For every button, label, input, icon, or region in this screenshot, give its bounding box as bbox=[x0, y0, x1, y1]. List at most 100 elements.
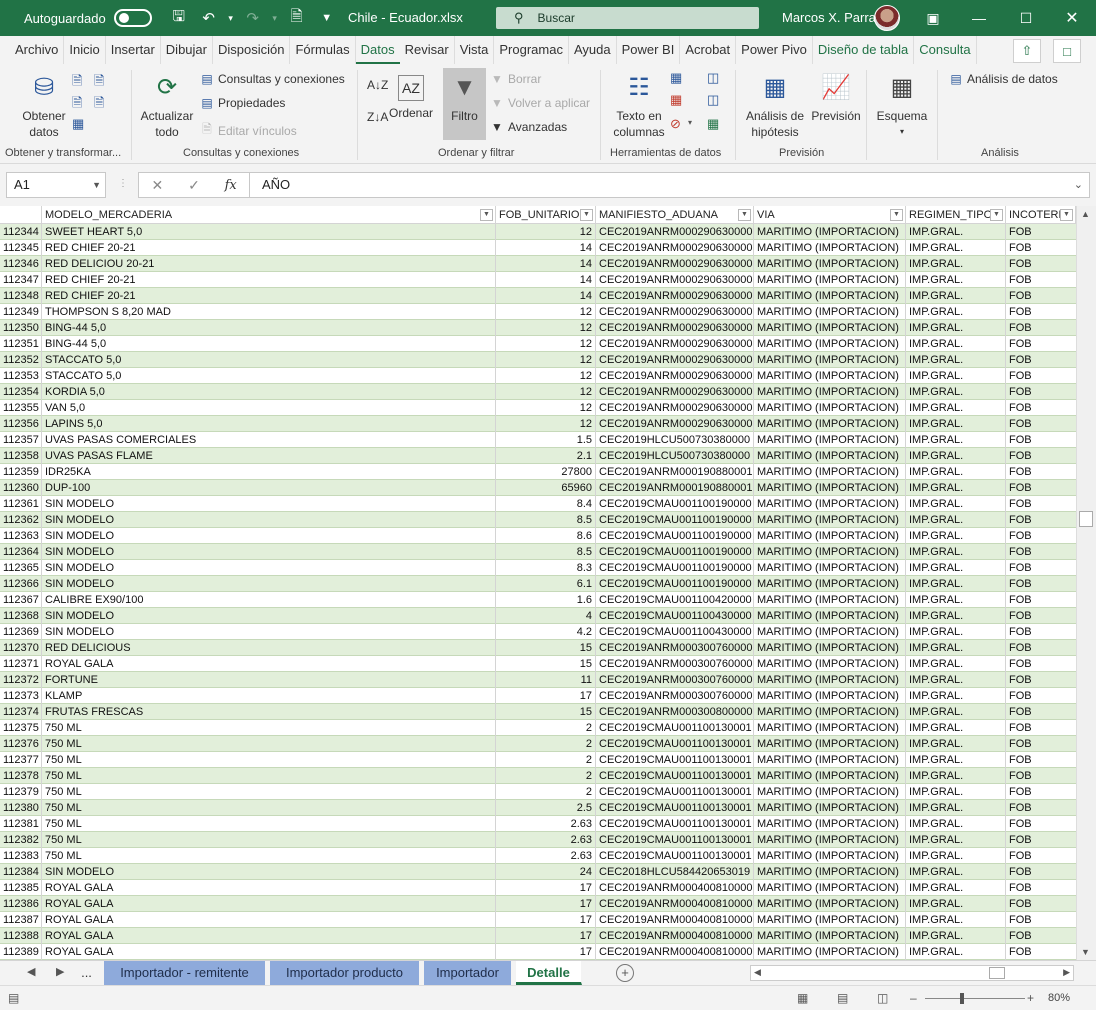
table-cell[interactable]: IMP.GRAL. bbox=[906, 560, 1006, 576]
table-cell[interactable]: FOB bbox=[1006, 736, 1076, 752]
table-cell[interactable]: IMP.GRAL. bbox=[906, 688, 1006, 704]
table-cell[interactable]: ROYAL GALA bbox=[42, 880, 496, 896]
table-cell[interactable]: CEC2019CMAU001100430000 bbox=[596, 608, 754, 624]
table-cell[interactable]: IMP.GRAL. bbox=[906, 832, 1006, 848]
table-cell[interactable]: BING-44 5,0 bbox=[42, 320, 496, 336]
table-cell[interactable]: MARITIMO (IMPORTACION) bbox=[754, 944, 906, 960]
table-cell[interactable]: RED CHIEF 20-21 bbox=[42, 240, 496, 256]
table-cell[interactable]: 12 bbox=[496, 416, 596, 432]
sort-asc-icon[interactable]: A↓Z bbox=[367, 78, 388, 92]
table-cell[interactable]: FOB bbox=[1006, 416, 1076, 432]
table-cell[interactable]: MARITIMO (IMPORTACION) bbox=[754, 448, 906, 464]
table-cell[interactable]: FOB bbox=[1006, 576, 1076, 592]
table-cell[interactable]: 750 ML bbox=[42, 720, 496, 736]
table-cell[interactable]: MARITIMO (IMPORTACION) bbox=[754, 400, 906, 416]
table-cell[interactable]: MARITIMO (IMPORTACION) bbox=[754, 752, 906, 768]
row-number[interactable]: 112382 bbox=[0, 832, 42, 848]
table-cell[interactable]: FOB bbox=[1006, 272, 1076, 288]
table-cell[interactable]: IMP.GRAL. bbox=[906, 880, 1006, 896]
table-cell[interactable]: MARITIMO (IMPORTACION) bbox=[754, 272, 906, 288]
table-cell[interactable]: DUP-100 bbox=[42, 480, 496, 496]
table-cell[interactable]: 8.3 bbox=[496, 560, 596, 576]
table-cell[interactable]: MARITIMO (IMPORTACION) bbox=[754, 576, 906, 592]
table-cell[interactable]: CEC2019CMAU001100130001 bbox=[596, 832, 754, 848]
table-cell[interactable]: CEC2018HLCU584420653019 bbox=[596, 864, 754, 880]
existing-connections-icon[interactable]: 🗎 bbox=[94, 94, 104, 116]
remove-duplicates-icon[interactable]: ▦ bbox=[670, 92, 682, 108]
table-cell[interactable]: FOB bbox=[1006, 464, 1076, 480]
table-cell[interactable]: FOB bbox=[1006, 848, 1076, 864]
table-cell[interactable]: MARITIMO (IMPORTACION) bbox=[754, 896, 906, 912]
table-cell[interactable]: CEC2019ANRM000300800000 bbox=[596, 704, 754, 720]
forecast-sheet-button[interactable]: 📈 Previsión bbox=[810, 72, 862, 124]
row-number[interactable]: 112373 bbox=[0, 688, 42, 704]
table-cell[interactable]: 2 bbox=[496, 784, 596, 800]
table-cell[interactable]: MARITIMO (IMPORTACION) bbox=[754, 496, 906, 512]
properties-button[interactable]: ▤ Propiedades bbox=[199, 96, 285, 110]
table-cell[interactable]: IMP.GRAL. bbox=[906, 928, 1006, 944]
table-cell[interactable]: IMP.GRAL. bbox=[906, 256, 1006, 272]
sheet-tab[interactable]: Detalle bbox=[516, 961, 582, 985]
maximize-icon[interactable]: ☐ bbox=[1011, 6, 1041, 30]
table-cell[interactable]: MARITIMO (IMPORTACION) bbox=[754, 592, 906, 608]
comments-icon[interactable]: □ bbox=[1053, 39, 1081, 63]
vertical-scroll-thumb[interactable] bbox=[1079, 511, 1093, 527]
table-cell[interactable]: 15 bbox=[496, 640, 596, 656]
table-cell[interactable]: 17 bbox=[496, 944, 596, 960]
table-cell[interactable]: MARITIMO (IMPORTACION) bbox=[754, 688, 906, 704]
table-cell[interactable]: FOB bbox=[1006, 512, 1076, 528]
table-cell[interactable]: STACCATO 5,0 bbox=[42, 352, 496, 368]
cancel-icon[interactable]: ✕ bbox=[139, 177, 176, 194]
table-cell[interactable]: SIN MODELO bbox=[42, 496, 496, 512]
table-cell[interactable]: 12 bbox=[496, 304, 596, 320]
table-cell[interactable]: FOB bbox=[1006, 304, 1076, 320]
table-cell[interactable]: CEC2019ANRM000190880001 bbox=[596, 464, 754, 480]
table-cell[interactable]: FOB bbox=[1006, 928, 1076, 944]
table-cell[interactable]: CEC2019ANRM000290630000 bbox=[596, 400, 754, 416]
scroll-down-icon[interactable]: ▼ bbox=[1081, 947, 1090, 957]
table-cell[interactable]: 2.5 bbox=[496, 800, 596, 816]
table-cell[interactable]: FOB bbox=[1006, 816, 1076, 832]
zoom-slider[interactable] bbox=[925, 998, 1025, 999]
table-cell[interactable]: 8.4 bbox=[496, 496, 596, 512]
row-number[interactable]: 112381 bbox=[0, 816, 42, 832]
drag-handle-icon[interactable]: ⋮ bbox=[118, 178, 128, 189]
table-cell[interactable]: CEC2019ANRM000290630000 bbox=[596, 384, 754, 400]
row-number[interactable]: 112365 bbox=[0, 560, 42, 576]
sort-desc-icon[interactable]: Z↓A bbox=[367, 110, 388, 124]
table-cell[interactable]: CEC2019ANRM000300760000 bbox=[596, 688, 754, 704]
more-sheets-button[interactable]: ... bbox=[72, 961, 102, 985]
table-cell[interactable]: 1.6 bbox=[496, 592, 596, 608]
row-number[interactable]: 112367 bbox=[0, 592, 42, 608]
zoom-out-icon[interactable]: – bbox=[910, 991, 917, 1005]
horizontal-scroll-thumb[interactable] bbox=[989, 967, 1005, 979]
table-cell[interactable]: 6.1 bbox=[496, 576, 596, 592]
table-cell[interactable]: FOB bbox=[1006, 656, 1076, 672]
table-cell[interactable]: IMP.GRAL. bbox=[906, 528, 1006, 544]
table-cell[interactable]: FOB bbox=[1006, 944, 1076, 960]
table-cell[interactable]: IMP.GRAL. bbox=[906, 608, 1006, 624]
user-name[interactable]: Marcos X. Parra bbox=[782, 10, 876, 25]
table-cell[interactable]: 27800 bbox=[496, 464, 596, 480]
table-cell[interactable]: MARITIMO (IMPORTACION) bbox=[754, 288, 906, 304]
table-cell[interactable]: BING-44 5,0 bbox=[42, 336, 496, 352]
row-number[interactable]: 112354 bbox=[0, 384, 42, 400]
table-cell[interactable]: MARITIMO (IMPORTACION) bbox=[754, 512, 906, 528]
table-cell[interactable]: CEC2019ANRM000290630000 bbox=[596, 224, 754, 240]
row-number[interactable]: 112347 bbox=[0, 272, 42, 288]
table-cell[interactable]: FORTUNE bbox=[42, 672, 496, 688]
table-cell[interactable]: CEC2019CMAU001100130001 bbox=[596, 752, 754, 768]
row-number[interactable]: 112377 bbox=[0, 752, 42, 768]
row-number[interactable]: 112369 bbox=[0, 624, 42, 640]
table-cell[interactable]: MARITIMO (IMPORTACION) bbox=[754, 768, 906, 784]
table-cell[interactable]: CEC2019CMAU001100430000 bbox=[596, 624, 754, 640]
get-data-button[interactable]: ⛁ Obtener datos bbox=[14, 72, 74, 140]
data-analysis-button[interactable]: ▤ Análisis de datos bbox=[948, 72, 1057, 86]
table-cell[interactable]: 17 bbox=[496, 912, 596, 928]
table-cell[interactable]: ROYAL GALA bbox=[42, 912, 496, 928]
queries-connections-button[interactable]: ▤ Consultas y conexiones bbox=[199, 72, 344, 86]
row-number[interactable]: 112359 bbox=[0, 464, 42, 480]
table-cell[interactable]: MARITIMO (IMPORTACION) bbox=[754, 784, 906, 800]
table-cell[interactable]: 2 bbox=[496, 752, 596, 768]
row-number[interactable]: 112355 bbox=[0, 400, 42, 416]
